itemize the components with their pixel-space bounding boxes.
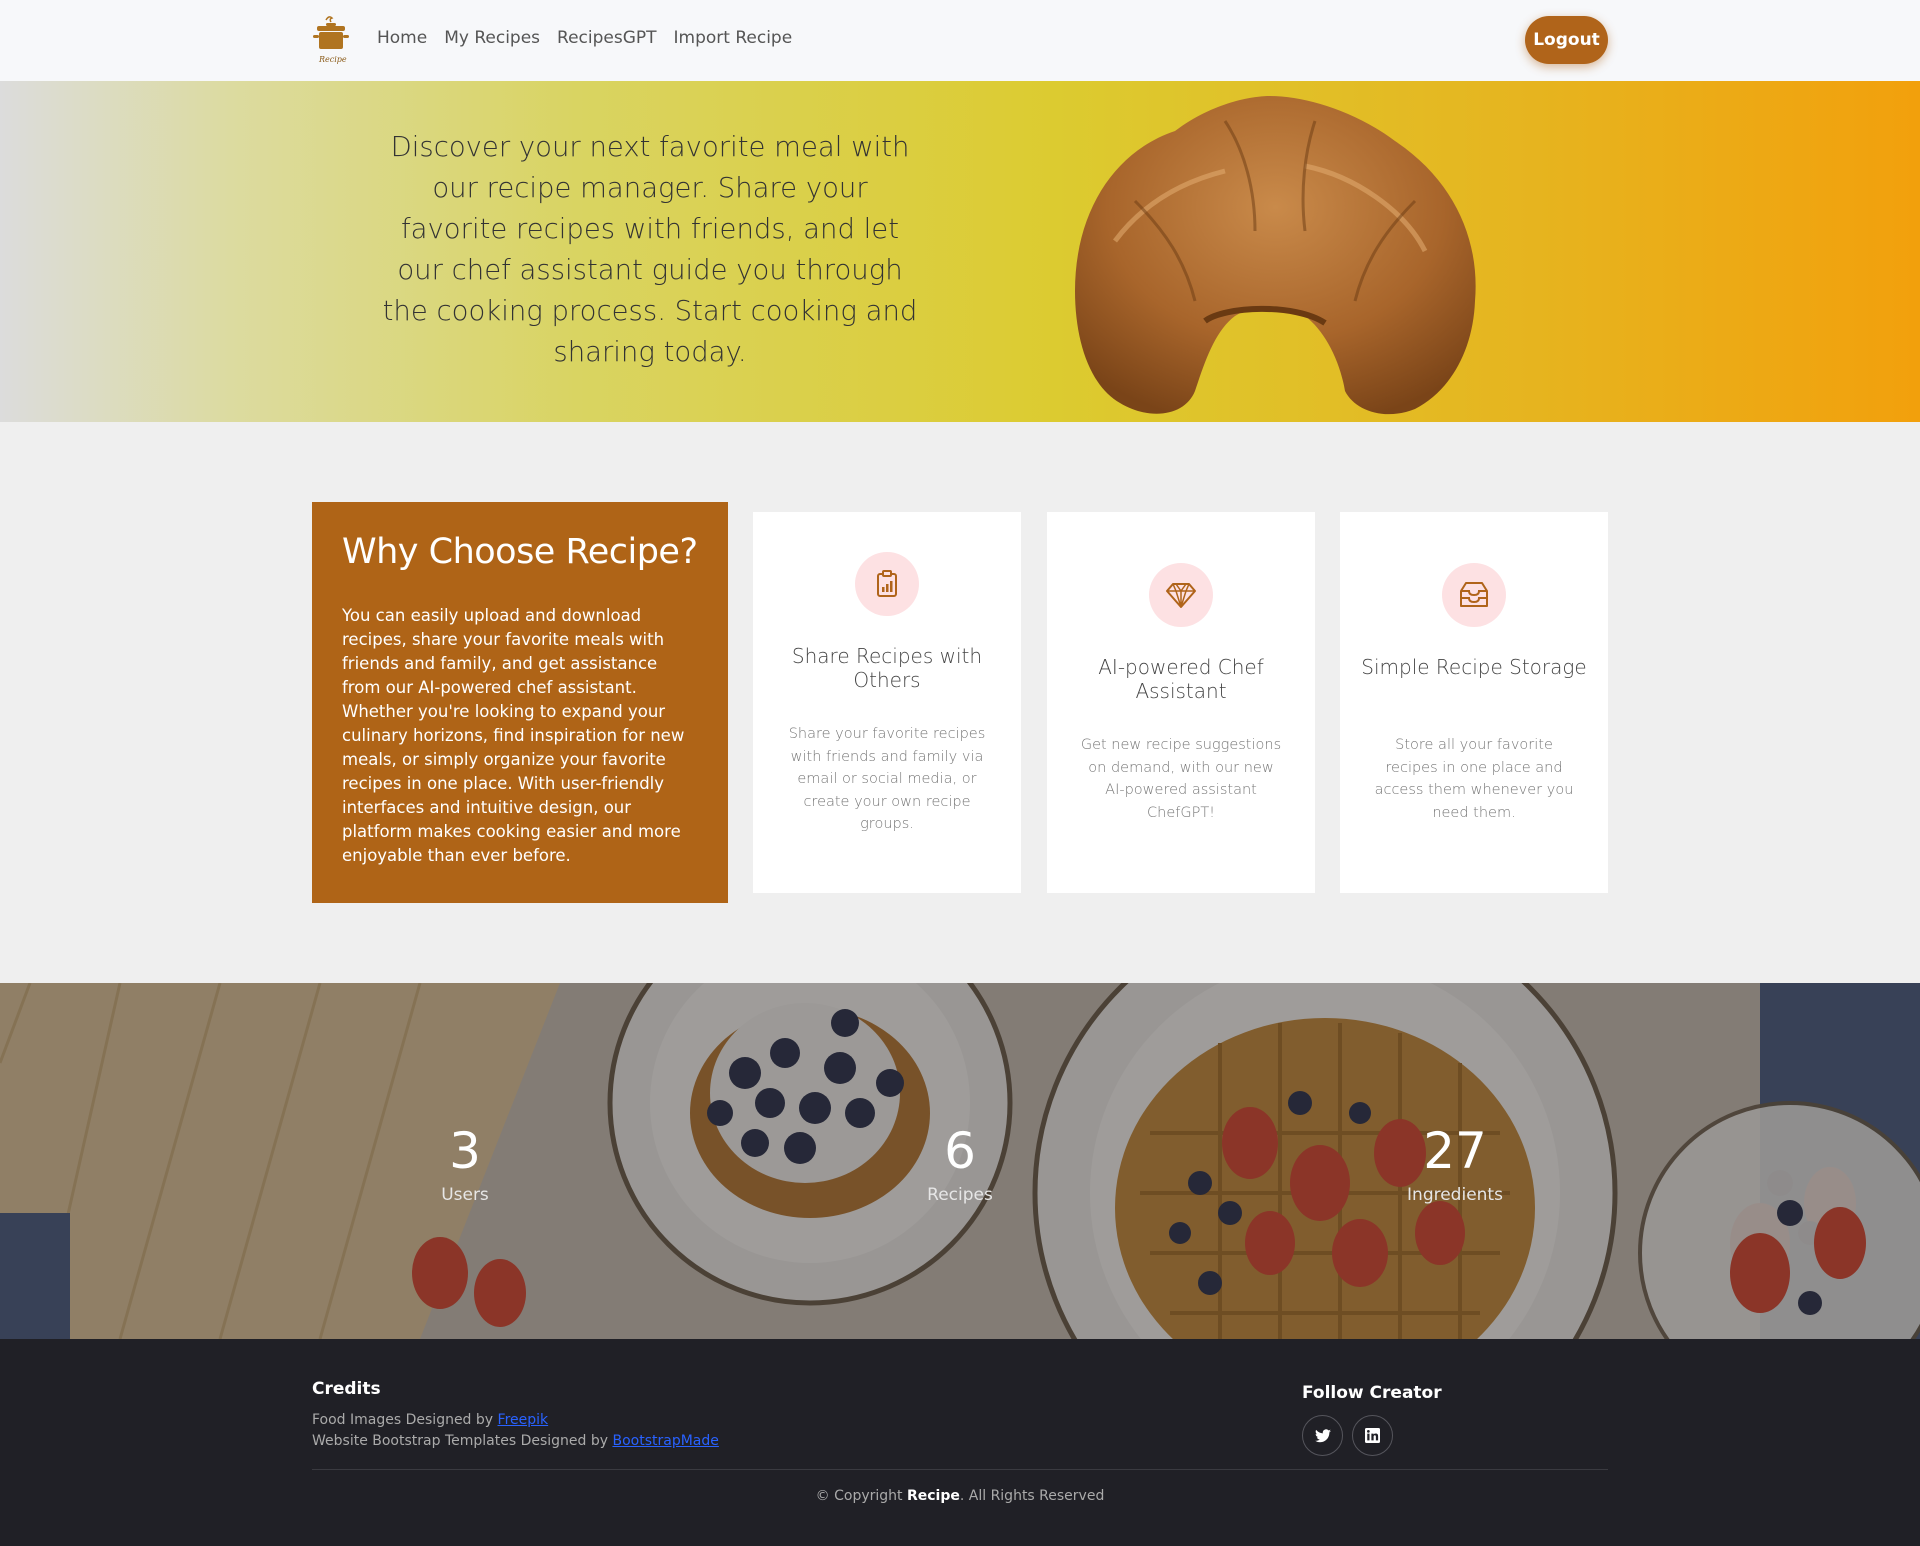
copyright-prefix: © Copyright [815,1488,907,1504]
logo[interactable]: Recipe [312,14,350,68]
feature-desc: Store all your favorite recipes in one p… [1374,737,1574,821]
linkedin-button[interactable] [1352,1415,1393,1456]
follow-creator-title: Follow Creator [1302,1383,1442,1403]
stat-recipes: 6 Recipes [860,1121,1060,1205]
logout-button[interactable]: Logout [1525,16,1608,64]
why-choose-box: Why Choose Recipe? You can easily upload… [312,502,728,903]
stat-users: 3 Users [365,1121,565,1205]
main-nav: Home My Recipes RecipesGPT Import Recipe [377,28,792,48]
footer-divider [312,1469,1608,1470]
feature-desc: Share your favorite recipes with friends… [788,726,986,832]
feature-title: AI-powered Chef Assistant [1098,655,1264,703]
stat-label: Ingredients [1407,1185,1503,1205]
twitter-button[interactable] [1302,1415,1343,1456]
feature-card-storage: Simple Recipe Storage Store all your fav… [1340,512,1608,893]
header-container: Recipe Home My Recipes RecipesGPT Import… [312,0,1608,81]
linkedin-icon [1365,1428,1380,1443]
freepik-link[interactable]: Freepik [498,1412,549,1428]
credit-line-templates: Website Bootstrap Templates Designed by … [312,1433,719,1449]
copyright: © Copyright Recipe. All Rights Reserved [0,1488,1920,1504]
stat-value: 27 [1423,1122,1487,1180]
nav-import-recipe[interactable]: Import Recipe [674,28,793,48]
stats-section: 3 Users 6 Recipes 27 Ingredients [0,983,1920,1339]
croissant-image [1075,96,1476,415]
feature-card-ai: AI-powered Chef Assistant Get new recipe… [1047,512,1315,893]
logo-text: Recipe [319,55,347,64]
stat-label: Users [441,1185,489,1205]
hero-banner: Discover your next favorite meal with ou… [0,81,1920,422]
stat-value: 6 [944,1122,976,1180]
nav-home[interactable]: Home [377,28,427,48]
stat-ingredients: 27 Ingredients [1355,1121,1555,1205]
feature-title: Simple Recipe Storage [1361,655,1587,679]
why-choose-title: Why Choose Recipe? [342,532,698,572]
copyright-brand: Recipe [906,1488,960,1504]
credit-line-images: Food Images Designed by Freepik [312,1412,548,1428]
cooking-pot-icon [313,16,349,49]
bootstrapmade-link[interactable]: BootstrapMade [612,1433,718,1449]
feature-card-share: Share Recipes with Others Share your fav… [753,512,1021,893]
stat-value: 3 [449,1122,481,1180]
credit-text: Website Bootstrap Templates Designed by [312,1433,613,1449]
hero-text: Discover your next favorite meal with ou… [382,131,918,368]
clipboard-chart-icon [855,552,919,616]
site-footer: Credits Food Images Designed by Freepik … [0,1339,1920,1546]
nav-my-recipes[interactable]: My Recipes [444,28,540,48]
inbox-storage-icon [1442,563,1506,627]
copyright-suffix: . All Rights Reserved [959,1488,1105,1504]
feature-title: Share Recipes with Others [791,644,983,692]
credit-text: Food Images Designed by [312,1412,498,1428]
stat-label: Recipes [927,1185,993,1205]
why-choose-text: You can easily upload and download recip… [342,606,685,865]
diamond-icon [1149,563,1213,627]
credits-title: Credits [312,1379,381,1399]
site-header: Recipe Home My Recipes RecipesGPT Import… [0,0,1920,81]
nav-recipesgpt[interactable]: RecipesGPT [557,28,657,48]
feature-desc: Get new recipe suggestions on demand, wi… [1080,737,1282,821]
twitter-icon [1314,1428,1331,1442]
